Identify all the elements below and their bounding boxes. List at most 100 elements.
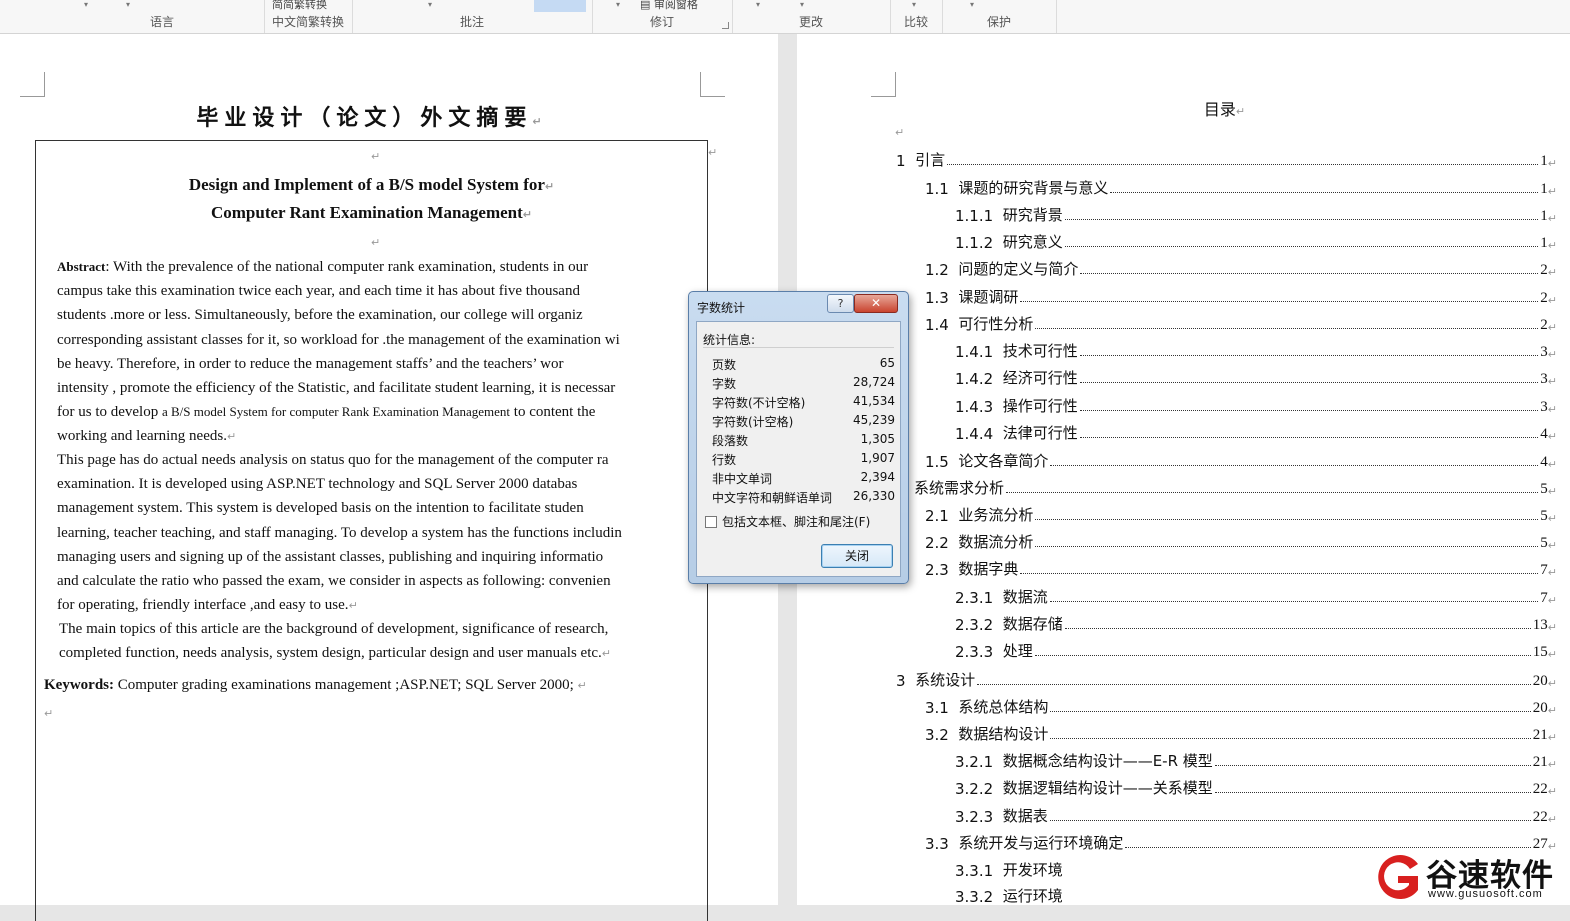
toc-entry-number: 3.3.2 (955, 888, 1003, 906)
highlighted-button[interactable] (534, 0, 586, 12)
document-page-left[interactable]: 毕业设计（论文）外文摘要↵ ↵ ↵ Design and Implement o… (0, 34, 778, 921)
toc-leader-dots (1020, 301, 1539, 302)
toc-leader-dots (1079, 437, 1539, 438)
toc-entry[interactable]: 2.1 业务流分析 5 ↵ (925, 503, 1557, 525)
ribbon-group-label: 更改 (798, 15, 823, 29)
watermark-logo: 谷速软件 www.gusuosoft.com (1370, 850, 1570, 905)
toc-entry[interactable]: 3.2.2 数据逻辑结构设计——关系模型 22 ↵ (955, 776, 1557, 798)
paragraph-mark: ↵ (1547, 485, 1557, 498)
dropdown-arrow-icon[interactable]: ▾ (126, 0, 130, 9)
toc-entry-title: 课题的研究背景与意义 (958, 179, 1109, 197)
stat-label: 中文字符和朝鲜语单词 (712, 491, 833, 505)
include-checkbox[interactable] (705, 515, 717, 528)
paragraph-mark: ↵ (1547, 621, 1557, 634)
toc-entry-title: 课题调研 (958, 288, 1019, 306)
toc-entry[interactable]: 3.2 数据结构设计 21 ↵ (925, 722, 1557, 744)
toc-entry-page: 3 (1540, 344, 1548, 360)
paragraph-mark: ↵ (708, 146, 718, 159)
toc-entry[interactable]: 3.2.1 数据概念结构设计——E-R 模型 21 ↵ (955, 749, 1557, 771)
help-button[interactable]: ? (827, 294, 854, 313)
dialog-launcher-icon[interactable] (722, 22, 729, 29)
toc-entry-title: 业务流分析 (958, 506, 1034, 524)
pane-icon: ▤ (640, 0, 651, 11)
toc-leader-dots (1125, 847, 1531, 848)
toc-entry-page: 3 (1540, 399, 1548, 415)
paragraph-mark: ↵ (1547, 348, 1557, 361)
dropdown-arrow-icon[interactable]: ▾ (912, 0, 916, 9)
dropdown-arrow-icon[interactable]: ▾ (800, 0, 804, 9)
paragraph-mark: ↵ (1547, 375, 1557, 388)
toc-entry[interactable]: 1.4.4 法律可行性 4 ↵ (955, 421, 1557, 443)
stat-label: 段落数 (712, 434, 749, 448)
ribbon-group-changes: ▾ ▾ 更改 (732, 0, 891, 33)
document-page-right[interactable]: 目录↵ ↵ 1 引言 1 ↵ 1.1 课题的研究背景与意义 1 ↵ 1.1.1 研究背景 1 ↵… (797, 34, 1570, 906)
toc-entry[interactable]: 3.1 系统总体结构 20 ↵ (925, 695, 1557, 717)
paragraph-mark: ↵ (1547, 458, 1557, 471)
toc-entry-title: 开发环境 (1002, 861, 1063, 879)
reviewing-pane-button[interactable]: ▤ 审阅窗格 (640, 0, 698, 12)
divider (703, 347, 894, 348)
dropdown-arrow-icon[interactable]: ▾ (970, 0, 974, 9)
dropdown-arrow-icon[interactable]: ▾ (428, 0, 432, 9)
toc-entry[interactable]: 1.1 课题的研究背景与意义 1 ↵ (925, 176, 1557, 198)
toc-entry-page: 20 (1532, 673, 1548, 689)
toc-entry[interactable]: 1.2 问题的定义与简介 2 ↵ (925, 257, 1557, 279)
dialog-body: 统计信息: 页数 65 字数 28,724 字符数(不计空格) 41,534 字符数(计空格… (696, 321, 901, 577)
toc-entry-title: 数据存储 (1002, 615, 1063, 633)
toc-entry[interactable]: 2.3.1 数据流 7 ↵ (955, 585, 1557, 607)
window-close-button[interactable]: ✕ (854, 294, 898, 313)
include-textbox-checkbox-row[interactable]: 包括文本框、脚注和尾注(F) (705, 513, 870, 530)
toc-entry-title: 数据逻辑结构设计——关系模型 (1002, 779, 1213, 797)
toc-entry-number: 1 (896, 152, 916, 170)
toc-entry[interactable]: 3 系统设计 20 ↵ (896, 668, 1557, 690)
paragraph-mark: ↵ (371, 150, 381, 163)
convert-button[interactable]: 简简繁转换 (272, 0, 327, 12)
toc-entry-title: 处理 (1002, 642, 1033, 660)
toc-entry-page: 1 (1540, 181, 1548, 197)
toc-entry[interactable]: 2.2 数据流分析 5 ↵ (925, 530, 1557, 552)
dropdown-arrow-icon[interactable]: ▾ (756, 0, 760, 9)
toc-entry[interactable]: 1.4.1 技术可行性 3 ↵ (955, 339, 1557, 361)
toc-leader-dots (1034, 655, 1531, 656)
toc-entry[interactable]: 1.4.3 操作可行性 3 ↵ (955, 394, 1557, 416)
toc-entry[interactable]: 2.3.2 数据存储 13 ↵ (955, 612, 1557, 634)
toc-entry[interactable]: 1.3 课题调研 2 ↵ (925, 285, 1557, 307)
abstract-paragraph: Abstract: With the prevalence of the nat… (57, 259, 620, 445)
stat-value: 1,305 (860, 432, 895, 446)
stat-row: 行数 1,907 (712, 449, 895, 468)
paragraph-mark: ↵ (1547, 648, 1557, 661)
toc-entry[interactable]: 1.4 可行性分析 2 ↵ (925, 312, 1557, 334)
ribbon-group-label: 修订 (649, 15, 674, 29)
toc-entry-title: 系统设计 (915, 671, 976, 689)
toc-entry[interactable]: 系统需求分析 5 ↵ (914, 476, 1557, 498)
toc-leader-dots (1079, 382, 1539, 383)
toc-entry[interactable]: 1.4.2 经济可行性 3 ↵ (955, 366, 1557, 388)
toc-entry-number: 2.3 (925, 561, 959, 579)
toc-leader-dots (1064, 628, 1531, 629)
toc-entry[interactable]: 2.3.3 处理 15 ↵ (955, 639, 1557, 661)
ribbon: ▾ ▾ 语言 简简繁转换 中文简繁转换 ▾ 批注 ▾ ▤ 审阅窗格 修订 ▾ ▾… (0, 0, 1570, 34)
toc-entry[interactable]: 1.1.1 研究背景 1 ↵ (955, 203, 1557, 225)
toc-entry-title: 数据概念结构设计——E-R 模型 (1002, 752, 1213, 770)
crop-mark (20, 72, 45, 97)
toc-entry[interactable]: 2.3 数据字典 7 ↵ (925, 557, 1557, 579)
toc-entry-number: 2.3.2 (955, 616, 1003, 634)
toc-entry-number: 1.5 (925, 453, 959, 471)
stat-row: 中文字符和朝鲜语单词 26,330 (712, 487, 895, 506)
stat-row: 字符数(计空格) 45,239 (712, 411, 895, 430)
keywords-label: Keywords: (44, 677, 114, 693)
ribbon-group-label: 中文简繁转换 (271, 15, 344, 29)
toc-entry-page: 2 (1540, 317, 1548, 333)
toc-entry[interactable]: 1.5 论文各章简介 4 ↵ (925, 449, 1557, 471)
close-icon: ✕ (870, 296, 882, 310)
paragraph-mark: ↵ (1547, 758, 1557, 771)
dropdown-arrow-icon[interactable]: ▾ (616, 0, 620, 9)
dropdown-arrow-icon[interactable]: ▾ (84, 0, 88, 9)
toc-entry-page: 5 (1540, 535, 1548, 551)
stat-value: 65 (879, 356, 895, 370)
toc-entry[interactable]: 1 引言 1 ↵ (896, 148, 1557, 170)
toc-entry[interactable]: 1.1.2 研究意义 1 ↵ (955, 230, 1557, 252)
stat-value: 26,330 (853, 489, 895, 503)
close-button[interactable]: 关闭 (821, 544, 893, 568)
toc-entry[interactable]: 3.2.3 数据表 22 ↵ (955, 804, 1557, 826)
